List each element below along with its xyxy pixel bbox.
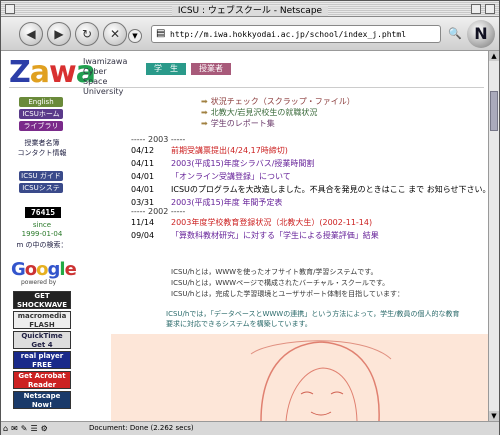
- link-reports[interactable]: ➡ 学生のレポート集: [201, 119, 275, 129]
- chevron-down-icon[interactable]: ▼: [128, 29, 142, 43]
- tab-student[interactable]: 学 生: [146, 63, 186, 75]
- collapse-box-icon[interactable]: [485, 4, 495, 14]
- scroll-down-icon[interactable]: ▼: [489, 411, 499, 421]
- section-2002-heading: ----- 2002 -----: [131, 207, 186, 216]
- news-text: 2003年度学校教育登録状況（北教大生）(2002-11-14): [171, 218, 373, 227]
- scroll-thumb[interactable]: [490, 91, 498, 131]
- sidebar-item-staff[interactable]: 授業者名簿: [11, 139, 73, 148]
- realplayer-badge[interactable]: real player FREE: [13, 351, 71, 369]
- back-button[interactable]: ◀: [19, 22, 43, 46]
- sidebar-item-english[interactable]: English: [19, 97, 63, 107]
- url-input[interactable]: [170, 28, 438, 40]
- quicktime-badge[interactable]: QuickTime Get 4: [13, 331, 71, 349]
- section-2003-heading: ----- 2003 -----: [131, 135, 186, 144]
- flash-badge[interactable]: macromedia FLASH PLAYER: [13, 311, 71, 329]
- news-text: 「オンライン受講登録」について: [171, 172, 291, 181]
- news-date: 09/04: [131, 231, 155, 240]
- news-item[interactable]: 04/12 前期受講票提出(4/24,17時締切): [131, 146, 288, 156]
- search-label: m の中の検索：: [16, 241, 68, 249]
- status-icons[interactable]: ⌂✉✎☰⚙: [3, 424, 51, 433]
- tab-teacher[interactable]: 授業者: [191, 63, 231, 75]
- forward-button[interactable]: ▶: [47, 22, 71, 46]
- news-text: 2003(平成15)年度シラバス/授業時間割: [171, 159, 315, 168]
- google-powered-label: powered by: [21, 279, 57, 286]
- news-date: 04/01: [131, 172, 155, 181]
- google-logo[interactable]: Google: [11, 259, 77, 280]
- browser-window: ICSU : ウェブスクール - Netscape ◀ ▶ ↻ ✕ ▼ ▤ 🔍 …: [0, 0, 500, 435]
- visit-counter: 76415: [25, 207, 61, 218]
- news-date: 04/01: [131, 185, 155, 194]
- sidebar-item-system[interactable]: ICSUシステム: [19, 183, 63, 202]
- url-bar[interactable]: ▤: [151, 25, 441, 43]
- since-label: since: [32, 221, 52, 229]
- news-item[interactable]: 11/14 2003年度学校教育登録状況（北教大生）(2002-11-14): [131, 218, 372, 228]
- shockwave-badge[interactable]: GET SHOCKWAVE: [13, 291, 71, 309]
- acrobat-badge[interactable]: Get Acrobat Reader: [13, 371, 71, 389]
- description: ICSU/hでは，「データベースとWWWの連携」という方法によって，学生/教員の…: [166, 310, 460, 328]
- divider: [9, 87, 484, 88]
- news-text: 「算数科教材研究」に対する「学生による授業評価」結果: [171, 231, 379, 240]
- news-date: 11/14: [131, 218, 155, 227]
- search-icon[interactable]: 🔍: [447, 26, 463, 42]
- link-status-check[interactable]: ➡ 状況チェック（スクラップ・ファイル）: [201, 97, 355, 107]
- info-line: ICSU/hとは，WWWページで構成されたバーチャル・スクールです。: [171, 279, 390, 287]
- status-text: Document: Done (2.262 secs): [89, 424, 194, 432]
- sidebar-item-home[interactable]: ICSUホーム: [19, 109, 63, 119]
- reload-button[interactable]: ↻: [75, 22, 99, 46]
- sidebar-item-guide[interactable]: ICSU ガイド: [19, 171, 63, 181]
- status-bar: ⌂✉✎☰⚙ Document: Done (2.262 secs): [1, 421, 499, 435]
- netscape-logo[interactable]: N: [467, 20, 495, 48]
- news-date: 04/12: [131, 146, 155, 155]
- since-date: 1999-01-04: [21, 230, 63, 238]
- toolbar: ◀ ▶ ↻ ✕ ▼ ▤ 🔍 N: [1, 17, 499, 51]
- news-item[interactable]: 04/01 ICSUのプログラムを大改造しました。不具合を発見のときはここ まで …: [131, 185, 488, 195]
- info-line: ICSU/hとは，WWWを使ったオフサイト教育/学習システムです。: [171, 268, 378, 276]
- page-content: Zawa Iwamizawa Cyber Space University 学 …: [1, 51, 488, 421]
- news-text: ICSUのプログラムを大改造しました。不具合を発見のときはここ まで お知らせ下…: [171, 185, 488, 194]
- zoom-box-icon[interactable]: [471, 4, 481, 14]
- sidebar-item-contact[interactable]: コンタクト情報: [11, 149, 73, 158]
- vertical-scrollbar[interactable]: ▲ ▼: [488, 51, 499, 421]
- scroll-up-icon[interactable]: ▲: [489, 51, 499, 61]
- sketch-drawing: [250, 340, 392, 421]
- news-item[interactable]: 09/04 「算数科教材研究」に対する「学生による授業評価」結果: [131, 231, 379, 241]
- illustration: [111, 334, 488, 421]
- news-text: 2003(平成15)年度 年間予定表: [171, 198, 283, 207]
- news-text: 前期受講票提出(4/24,17時締切): [171, 146, 288, 155]
- netscape-now-badge[interactable]: Netscape Now!: [13, 391, 71, 409]
- link-employment[interactable]: ➡ 北教大/岩見沢校生の就職状況: [201, 108, 317, 118]
- window-title: ICSU : ウェブスクール - Netscape: [171, 6, 329, 16]
- news-date: 04/11: [131, 159, 155, 168]
- news-item[interactable]: 04/11 2003(平成15)年度シラバス/授業時間割: [131, 159, 314, 169]
- title-bar[interactable]: ICSU : ウェブスクール - Netscape: [1, 1, 499, 17]
- news-item[interactable]: 04/01 「オンライン受講登録」について: [131, 172, 291, 182]
- cyber-university-label: Iwamizawa Cyber Space University: [83, 57, 128, 96]
- sidebar-item-library[interactable]: ライブラリ: [19, 121, 63, 131]
- info-line: ICSU/hとは，完成した学習環境とユーザサポート体制を目指しています：: [171, 290, 404, 298]
- stop-button[interactable]: ✕: [103, 22, 127, 46]
- page-icon: ▤: [156, 28, 166, 39]
